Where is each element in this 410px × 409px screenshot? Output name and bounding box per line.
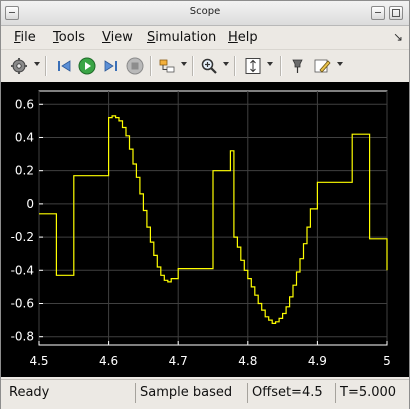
status-time: T=5.000 [335, 383, 407, 403]
minimize-icon [375, 12, 381, 13]
y-tick-label: 0.4 [15, 130, 34, 144]
menu-bar: File Tools View Simulation Help ↘ [1, 26, 409, 49]
highlight-block-button[interactable] [157, 56, 177, 76]
stop-icon [126, 57, 144, 75]
maximize-icon [392, 9, 400, 17]
scope-window: Scope File Tools View Simulation Help ↘ [0, 0, 410, 409]
x-tick-label: 5 [383, 354, 391, 368]
window-title: Scope [189, 6, 221, 17]
y-tick-label: -0.6 [11, 296, 34, 310]
step-forward-icon [104, 60, 117, 72]
menu-help[interactable]: Help [228, 30, 258, 45]
y-tick-label: 0.2 [15, 164, 34, 178]
y-tick-label: 0.6 [15, 97, 34, 111]
y-tick-label: -0.2 [11, 230, 34, 244]
plot-area[interactable]: 0.6 0.4 0.2 0 -0.2 -0.4 -0.6 -0.8 4.5 4.6 4.7 4.8 4… [1, 82, 409, 377]
x-tick-label: 4.5 [29, 354, 48, 368]
highlight-block-icon [159, 59, 175, 73]
toolbar [1, 49, 409, 83]
settings-button[interactable] [9, 56, 29, 76]
toolbar-separator [45, 56, 47, 76]
toolbar-separator [150, 56, 152, 76]
autoscale-icon [245, 58, 261, 74]
run-icon [78, 57, 96, 75]
status-mode: Sample based [135, 383, 245, 403]
autoscale-button[interactable] [243, 56, 263, 76]
scope-plot: 0.6 0.4 0.2 0 -0.2 -0.4 -0.6 -0.8 4.5 4.6 4.7 4.8 4… [11, 90, 391, 368]
gear-icon [11, 58, 27, 74]
run-button[interactable] [77, 56, 97, 76]
toolbar-separator [280, 56, 282, 76]
menu-view[interactable]: View [102, 30, 133, 45]
zoom-icon [201, 58, 217, 74]
zoom-button[interactable] [199, 56, 219, 76]
edit-button[interactable] [312, 56, 332, 76]
menu-file[interactable]: File [14, 30, 36, 45]
pin-icon [292, 59, 303, 73]
step-back-button[interactable] [54, 56, 74, 76]
menu-tools[interactable]: Tools [53, 30, 85, 45]
edit-icon [314, 59, 331, 73]
status-state: Ready [9, 385, 50, 400]
stop-button[interactable] [125, 56, 145, 76]
pin-button[interactable] [288, 56, 308, 76]
y-tick-label: -0.4 [11, 263, 34, 277]
x-tick-label: 4.7 [169, 354, 188, 368]
menu-help-label: elp [237, 30, 258, 45]
y-tick-label: 0 [26, 197, 34, 211]
toolbar-separator [234, 56, 236, 76]
zoom-dropdown-arrow[interactable] [223, 62, 229, 66]
menu-file-label: ile [20, 30, 36, 45]
autoscale-dropdown-arrow[interactable] [267, 62, 273, 66]
menu-simulation[interactable]: Simulation [147, 30, 216, 45]
dock-arrow-icon[interactable]: ↘ [393, 30, 403, 44]
x-tick-label: 4.8 [238, 354, 257, 368]
x-tick-label: 4.9 [308, 354, 327, 368]
status-bar: Ready Sample based Offset=4.5 T=5.000 [1, 379, 409, 409]
menu-view-label: iew [110, 30, 133, 45]
x-tick-label: 4.6 [99, 354, 118, 368]
edit-dropdown-arrow[interactable] [337, 62, 343, 66]
toolbar-separator [192, 56, 194, 76]
settings-dropdown-arrow[interactable] [34, 62, 40, 66]
status-offset: Offset=4.5 [247, 383, 333, 403]
step-forward-button[interactable] [101, 56, 121, 76]
menu-tools-label: ools [58, 30, 86, 45]
y-tick-label: -0.8 [11, 330, 34, 344]
menu-view-mnemonic: V [102, 30, 111, 45]
highlight-dropdown-arrow[interactable] [181, 62, 187, 66]
maximize-button[interactable] [389, 6, 403, 20]
minimize-button[interactable] [371, 6, 385, 20]
y-axis-ticks: 0.6 0.4 0.2 0 -0.2 -0.4 -0.6 -0.8 [11, 97, 43, 344]
menu-simulation-label: imulation [155, 30, 217, 45]
menu-help-mnemonic: H [228, 30, 238, 45]
title-bar: Scope [1, 1, 409, 26]
step-back-icon [58, 60, 71, 72]
